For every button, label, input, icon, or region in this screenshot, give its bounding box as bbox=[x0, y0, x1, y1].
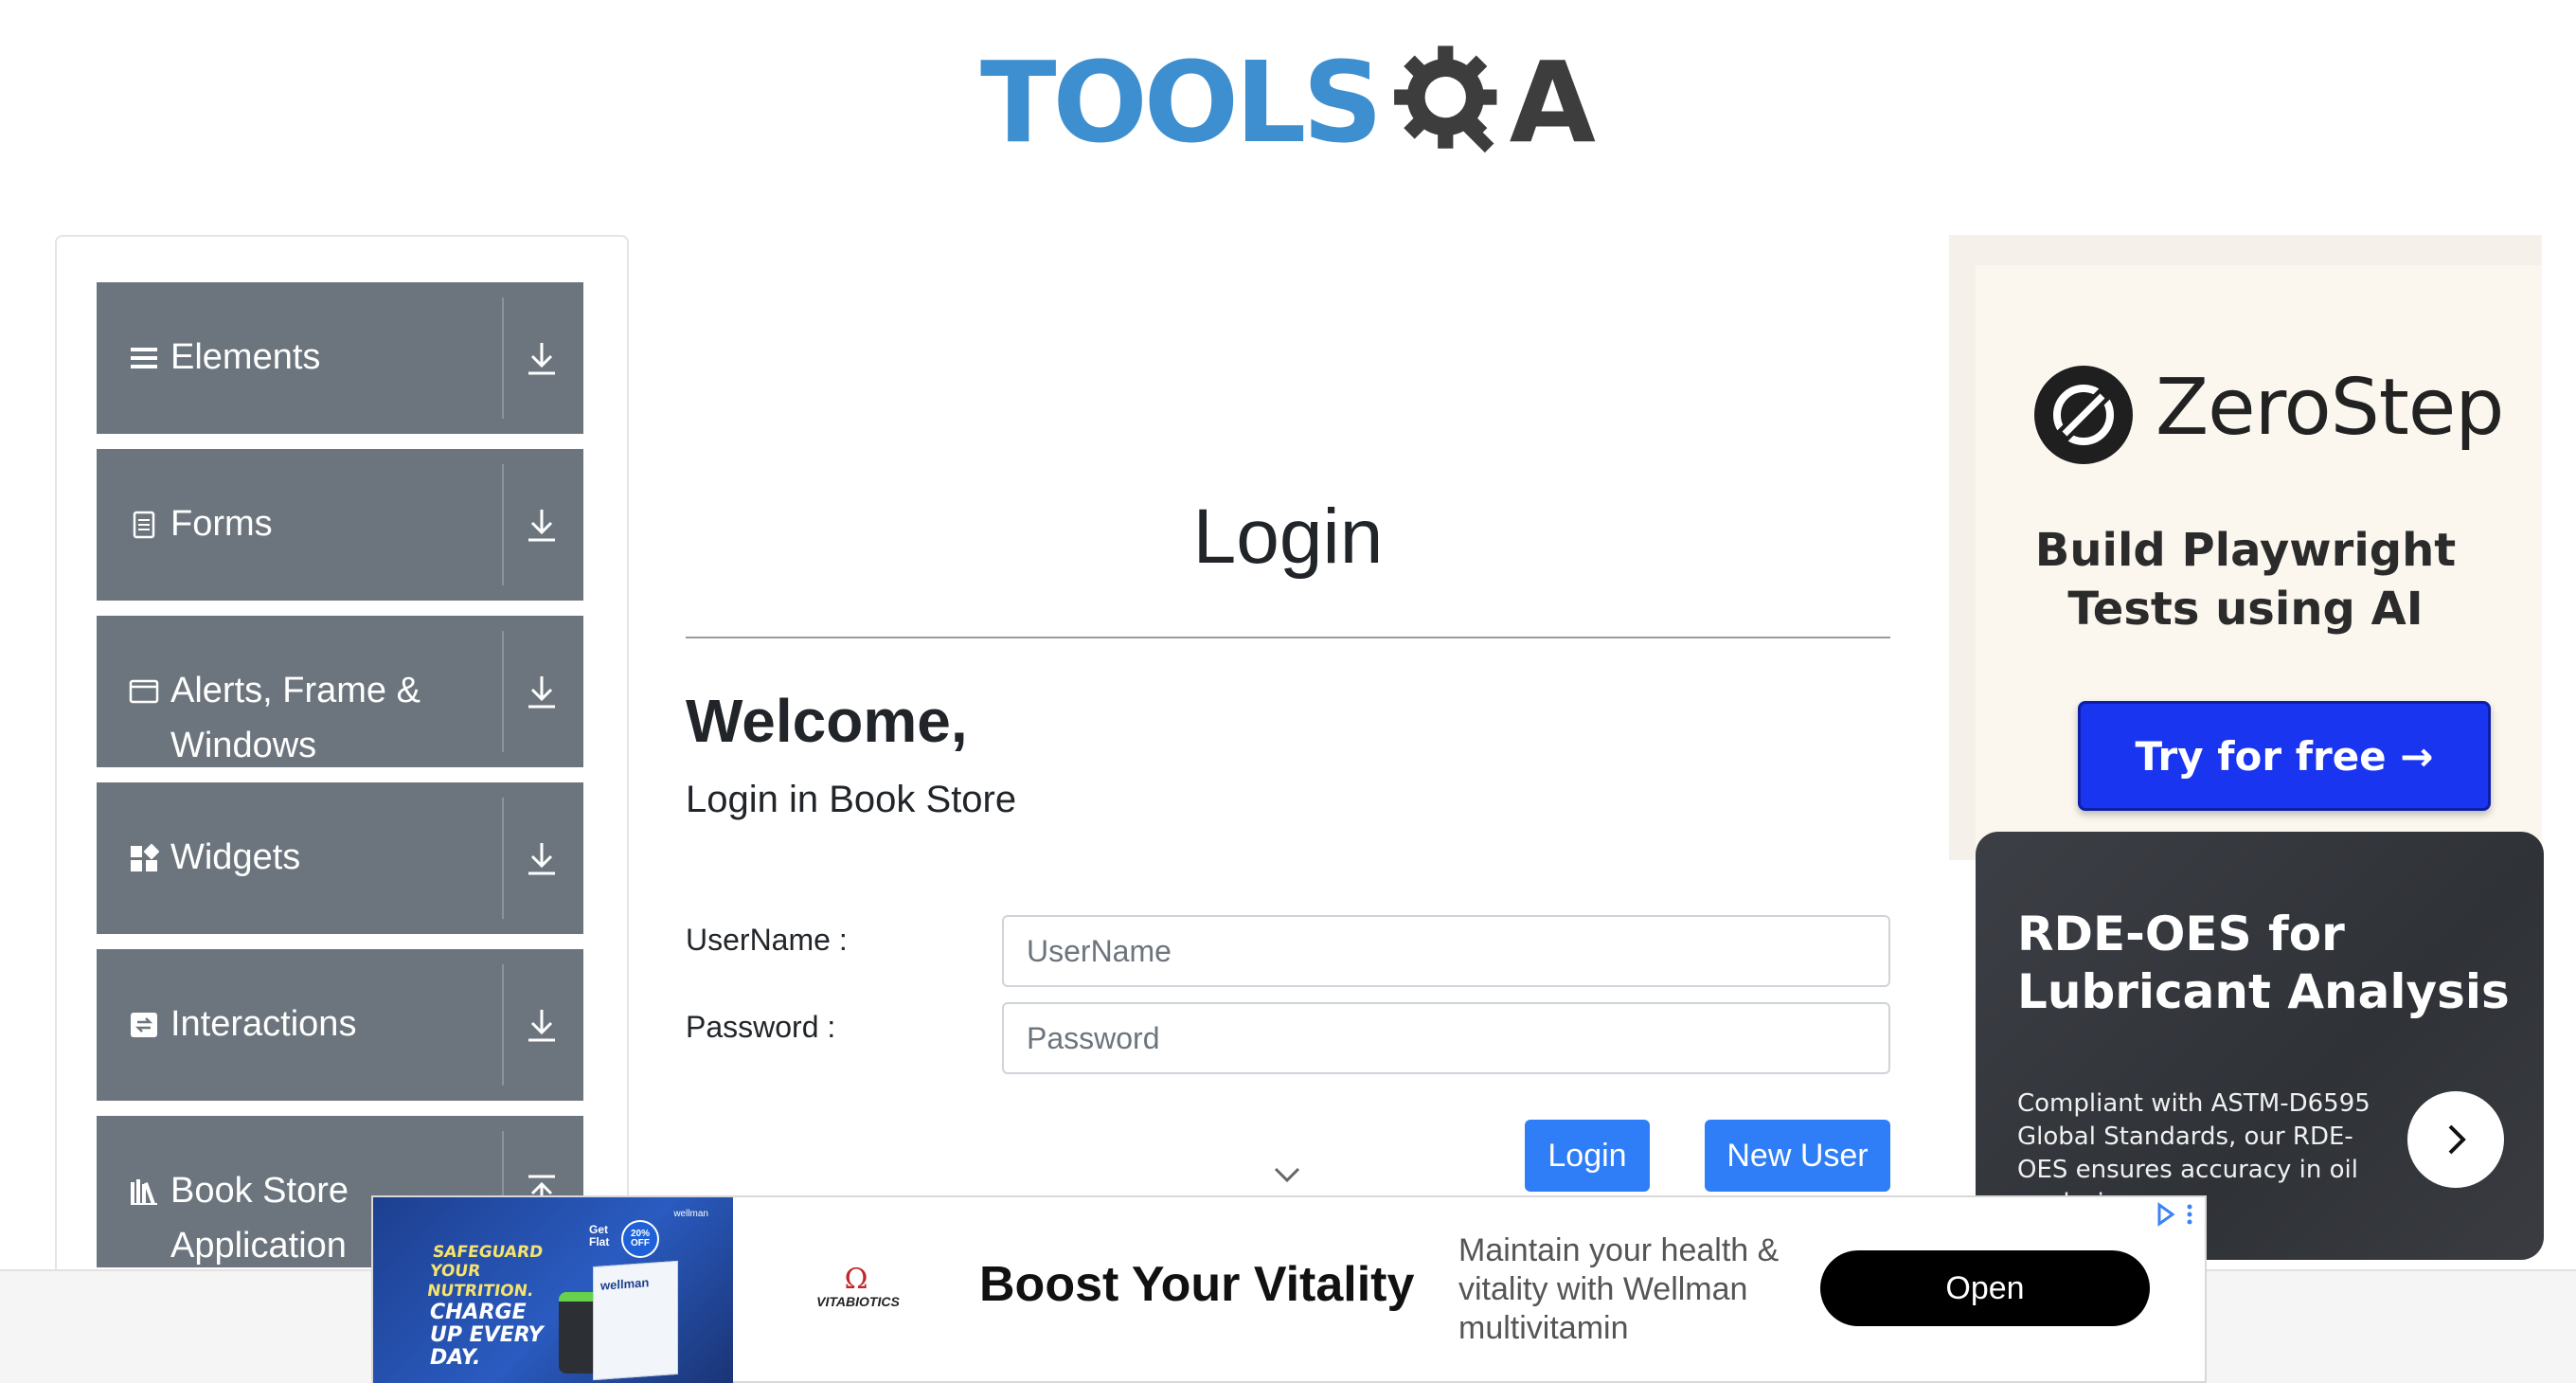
ad-image-line1: SAFEGUARD YOUR NUTRITION. bbox=[425, 1243, 545, 1301]
page-title: Login bbox=[1192, 494, 1384, 580]
advertiser-name: VITABIOTICS bbox=[816, 1294, 900, 1309]
welcome-heading: Welcome, bbox=[686, 687, 968, 755]
zerostep-ad-panel: ZeroStep Build Playwright Tests using AI… bbox=[1976, 265, 2542, 860]
ad-image-brand: wellman bbox=[673, 1209, 708, 1219]
zerostep-name: ZeroStep bbox=[2156, 363, 2504, 453]
sidebar-group-label: Interactions bbox=[170, 1004, 357, 1044]
separator bbox=[502, 798, 504, 919]
omega-logo-icon: Ω bbox=[844, 1263, 868, 1296]
sidebar-group-label: Forms bbox=[170, 504, 273, 544]
sidebar-group-forms[interactable]: Forms bbox=[97, 449, 583, 601]
zerostep-ad[interactable]: ZeroStep Build Playwright Tests using AI… bbox=[1949, 235, 2542, 860]
zerostep-tagline: Build Playwright Tests using AI bbox=[2034, 524, 2457, 637]
ad-image-line2: CHARGE UP EVERY DAY. bbox=[430, 1301, 544, 1371]
title-divider bbox=[686, 637, 1890, 638]
chevron-down-icon[interactable] bbox=[1272, 1163, 1302, 1186]
open-button[interactable]: Open bbox=[1820, 1250, 2150, 1326]
download-arrow-icon[interactable] bbox=[521, 504, 563, 546]
banner-headline: Boost Your Vitality bbox=[979, 1257, 1415, 1312]
logo-text-a: A bbox=[1509, 37, 1596, 168]
download-arrow-icon[interactable] bbox=[521, 671, 563, 712]
username-input[interactable] bbox=[1002, 915, 1890, 987]
separator bbox=[502, 631, 504, 752]
ad-image-promo: Get Flat bbox=[589, 1223, 610, 1249]
widgets-icon bbox=[131, 843, 159, 871]
adchoices-icon[interactable] bbox=[2152, 1201, 2199, 1228]
list-icon bbox=[131, 348, 157, 368]
username-label: UserName : bbox=[686, 923, 848, 957]
interactions-icon bbox=[131, 1013, 157, 1037]
login-button[interactable]: Login bbox=[1525, 1120, 1650, 1192]
new-user-button[interactable]: New User bbox=[1705, 1120, 1890, 1192]
sidebar-group-alerts-frame-windows[interactable]: Alerts, Frame & Windows bbox=[97, 616, 583, 767]
sidebar-group-elements[interactable]: Elements bbox=[97, 282, 583, 434]
rde-next-button[interactable] bbox=[2407, 1091, 2504, 1188]
separator bbox=[502, 964, 504, 1086]
download-arrow-icon[interactable] bbox=[521, 337, 563, 379]
books-icon bbox=[131, 1179, 157, 1205]
discount-badge: 20% OFF bbox=[621, 1220, 659, 1258]
sidebar-group-label: Widgets bbox=[170, 837, 301, 877]
try-for-free-button[interactable]: Try for free → bbox=[2078, 701, 2491, 811]
gear-magnifier-icon bbox=[1394, 45, 1497, 153]
logo-text-tools: TOOLS bbox=[980, 37, 1383, 168]
rde-ad-title: RDE-OES for Lubricant Analysis bbox=[2017, 907, 2510, 1019]
sidebar-group-interactions[interactable]: Interactions bbox=[97, 949, 583, 1101]
bottom-banner-ad[interactable]: wellman SAFEGUARD YOUR NUTRITION. CHARGE… bbox=[371, 1195, 2207, 1383]
wellman-ad-image: wellman SAFEGUARD YOUR NUTRITION. CHARGE… bbox=[373, 1197, 733, 1383]
sidebar-group-label: Alerts, Frame & Windows bbox=[170, 671, 420, 765]
password-label: Password : bbox=[686, 1010, 836, 1044]
separator bbox=[502, 464, 504, 585]
banner-description: Maintain your health & vitality with Wel… bbox=[1458, 1232, 1780, 1346]
sidebar-group-widgets[interactable]: Widgets bbox=[97, 782, 583, 934]
toolsqa-logo[interactable]: TOOLS A bbox=[980, 27, 1596, 178]
sidebar-group-label: Elements bbox=[170, 337, 321, 377]
left-sidebar: Elements Forms Alerts, Frame & Windows W… bbox=[55, 235, 629, 1296]
separator bbox=[502, 297, 504, 419]
window-icon bbox=[129, 679, 159, 704]
zerostep-logo-icon bbox=[2034, 366, 2133, 464]
chevron-right-icon bbox=[2448, 1124, 2466, 1155]
form-icon bbox=[133, 511, 155, 539]
download-arrow-icon[interactable] bbox=[521, 1004, 563, 1046]
password-input[interactable] bbox=[1002, 1002, 1890, 1074]
login-subtitle: Login in Book Store bbox=[686, 779, 1017, 820]
download-arrow-icon[interactable] bbox=[521, 837, 563, 879]
